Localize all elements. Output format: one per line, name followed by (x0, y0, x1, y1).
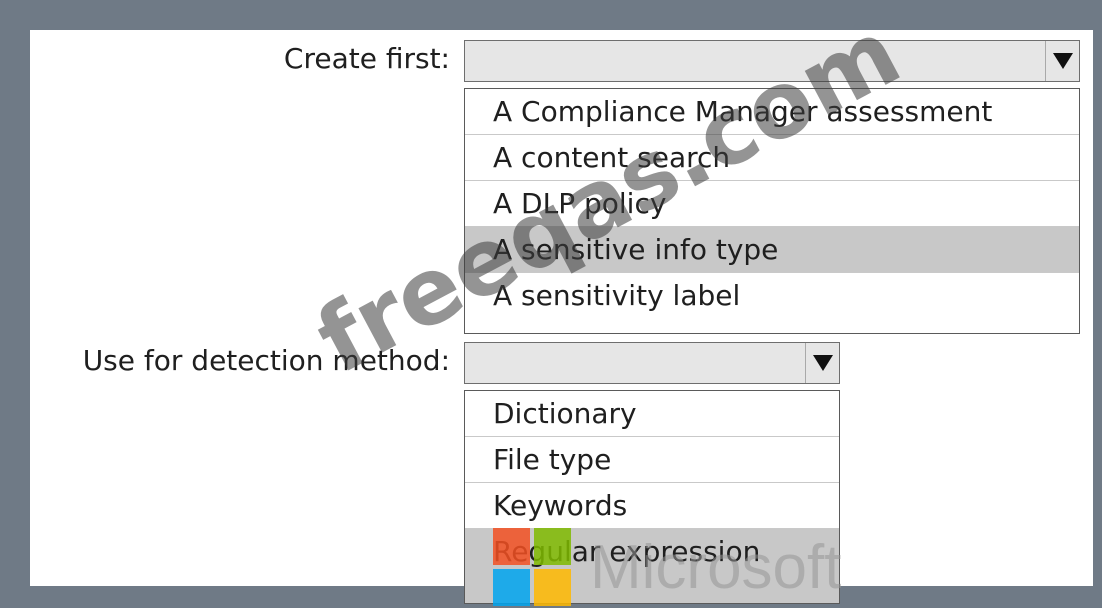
option-sensitive-info-type[interactable]: A sensitive info type (465, 227, 1079, 273)
create-first-dropdown[interactable] (464, 40, 1080, 82)
microsoft-watermark-text: Microsoft (590, 533, 842, 602)
option-dlp-policy[interactable]: A DLP policy (465, 181, 1079, 227)
microsoft-logo-icon (493, 528, 573, 608)
chevron-down-icon[interactable] (805, 343, 839, 383)
option-file-type[interactable]: File type (465, 437, 839, 483)
option-keywords[interactable]: Keywords (465, 483, 839, 529)
window-frame: Create first: A Compliance Manager asses… (0, 0, 1102, 606)
chevron-down-icon[interactable] (1045, 41, 1079, 81)
option-content-search[interactable]: A content search (465, 135, 1079, 181)
create-first-label: Create first: (283, 42, 450, 75)
detection-method-label: Use for detection method: (82, 344, 450, 377)
option-sensitivity-label[interactable]: A sensitivity label (465, 273, 1079, 319)
option-compliance-manager-assessment[interactable]: A Compliance Manager assessment (465, 89, 1079, 135)
create-first-options-list: A Compliance Manager assessment A conten… (464, 88, 1080, 334)
detection-method-dropdown[interactable] (464, 342, 840, 384)
option-dictionary[interactable]: Dictionary (465, 391, 839, 437)
